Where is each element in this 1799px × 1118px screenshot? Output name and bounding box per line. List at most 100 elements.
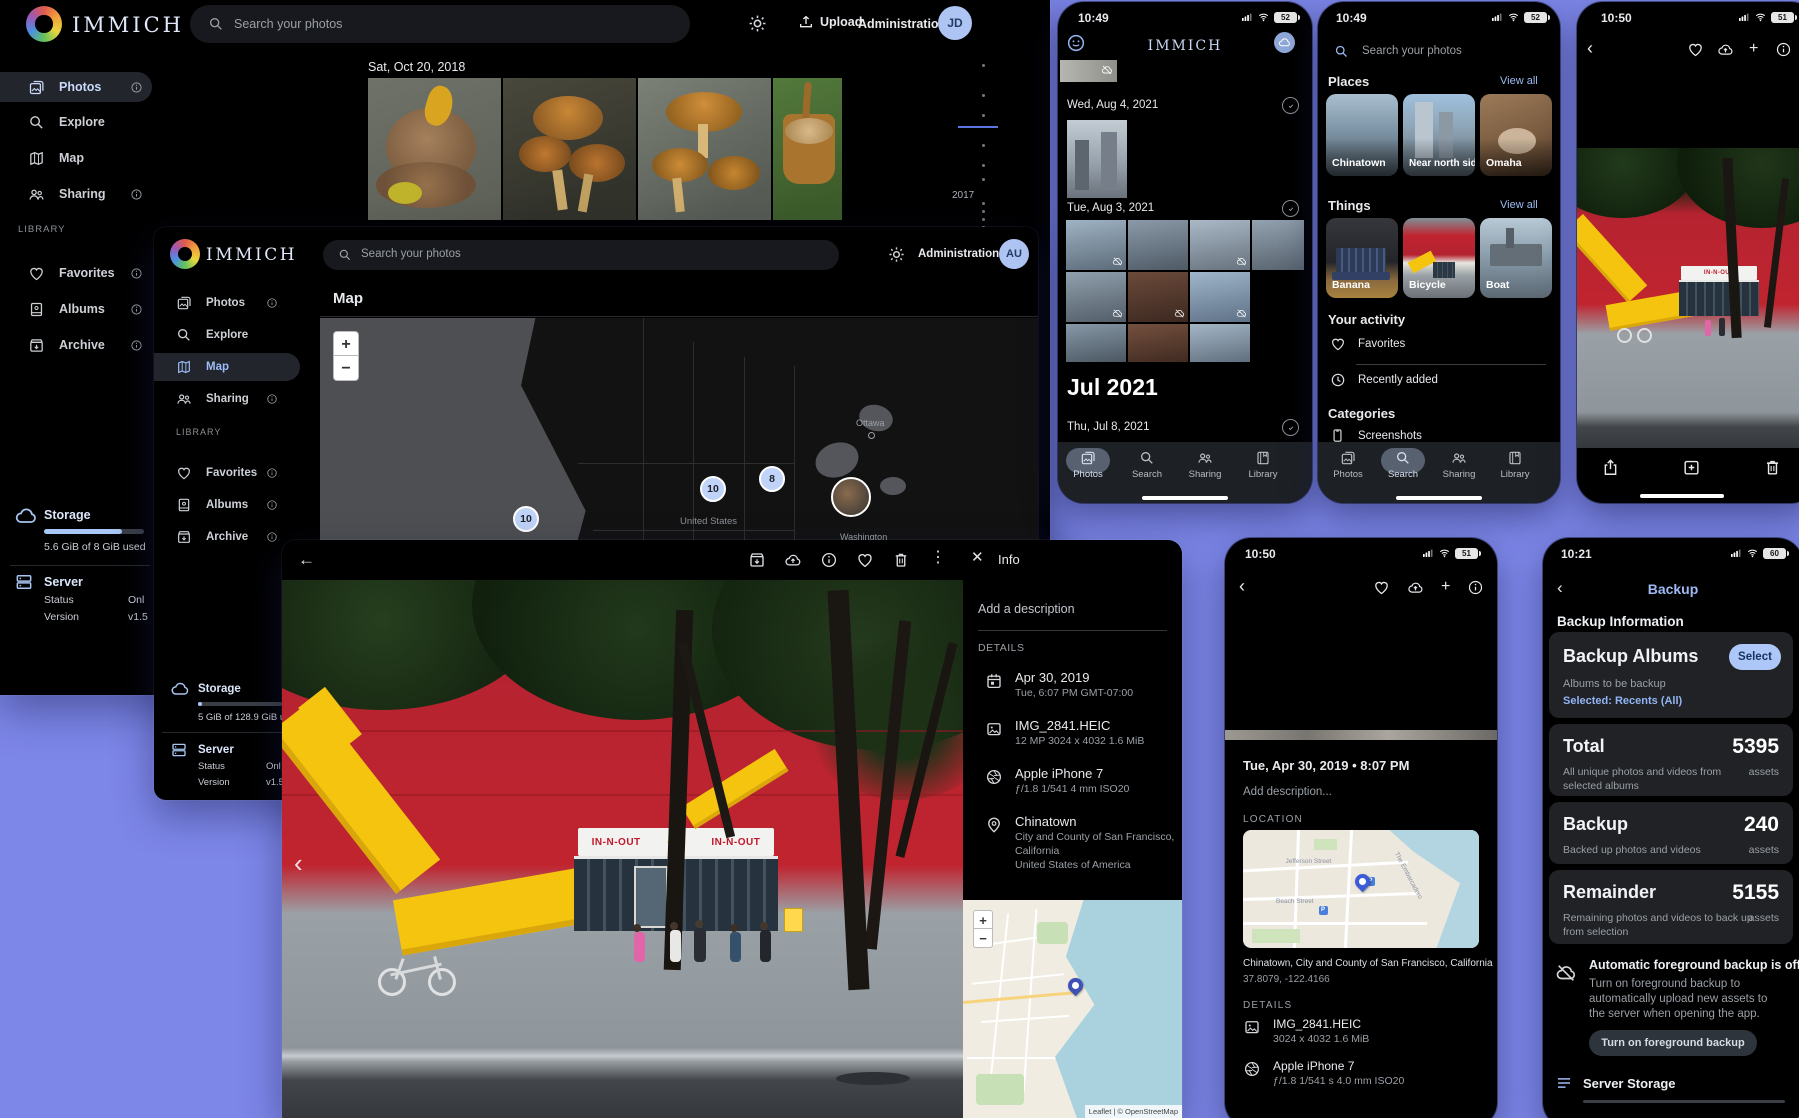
- share-icon[interactable]: [1601, 458, 1620, 477]
- info-icon[interactable]: [266, 393, 278, 405]
- timeline-scrubber[interactable]: 2017: [940, 50, 1010, 250]
- nav-tab-sharing[interactable]: Sharing: [1431, 450, 1487, 480]
- sidebar-item-photos[interactable]: Photos: [0, 72, 152, 102]
- administration-link[interactable]: Administration: [918, 248, 999, 262]
- upload-button[interactable]: Upload: [798, 14, 862, 30]
- sidebar-item-photos[interactable]: Photos: [154, 289, 300, 317]
- photo-thumbnail[interactable]: [368, 78, 501, 220]
- info-icon[interactable]: [130, 303, 143, 316]
- places-view-all-link[interactable]: View all: [1500, 75, 1538, 88]
- back-icon[interactable]: ‹: [1587, 38, 1593, 60]
- zoom-in-button[interactable]: +: [333, 331, 359, 356]
- immich-logo-icon[interactable]: [170, 239, 200, 269]
- zoom-in-button[interactable]: +: [973, 910, 993, 929]
- nav-tab-photos[interactable]: Photos: [1060, 450, 1116, 480]
- cloud-upload-icon[interactable]: [1717, 41, 1734, 58]
- select-group-icon[interactable]: [1282, 97, 1299, 114]
- photo-thumbnail[interactable]: [1190, 220, 1250, 270]
- photo-thumbnail[interactable]: [1060, 60, 1117, 82]
- things-view-all-link[interactable]: View all: [1500, 199, 1538, 212]
- photo-thumbnail[interactable]: [1128, 220, 1188, 270]
- zoom-out-button[interactable]: −: [333, 356, 359, 381]
- sidebar-item-favorites[interactable]: Favorites: [0, 258, 152, 288]
- thing-card[interactable]: Bicycle: [1403, 218, 1475, 298]
- info-icon[interactable]: [266, 499, 278, 511]
- more-icon[interactable]: ⋮: [930, 548, 946, 567]
- place-card[interactable]: Omaha: [1480, 94, 1552, 176]
- photo-edge-strip[interactable]: [1225, 730, 1497, 740]
- info-icon[interactable]: [130, 81, 143, 94]
- add-icon[interactable]: +: [1749, 39, 1758, 58]
- thing-card[interactable]: Banana: [1326, 218, 1398, 298]
- photo-thumbnail[interactable]: [1252, 220, 1304, 270]
- archive-icon[interactable]: [748, 551, 766, 569]
- sidebar-item-albums[interactable]: Albums: [0, 294, 152, 324]
- location-map[interactable]: + − Leaflet | © OpenStreetMap: [963, 900, 1182, 1118]
- back-icon[interactable]: ‹: [1239, 576, 1245, 598]
- photo-thumbnail[interactable]: [1128, 272, 1188, 322]
- sidebar-item-sharing[interactable]: Sharing: [154, 385, 300, 413]
- add-icon[interactable]: +: [1441, 577, 1450, 596]
- activity-item-recently-added[interactable]: Recently added: [1318, 370, 1560, 394]
- sidebar-item-map[interactable]: Map: [154, 353, 300, 381]
- info-icon[interactable]: [130, 267, 143, 280]
- info-icon[interactable]: [266, 531, 278, 543]
- photo-thumbnail[interactable]: [1066, 272, 1126, 322]
- previous-photo-icon[interactable]: ‹: [294, 848, 303, 879]
- photo-thumbnail[interactable]: [1128, 324, 1188, 362]
- sidebar-item-explore[interactable]: Explore: [154, 321, 300, 349]
- map-cluster-marker[interactable]: 10: [700, 476, 726, 502]
- select-button[interactable]: Select: [1729, 644, 1781, 670]
- immich-logo-icon[interactable]: [26, 6, 62, 42]
- cloud-upload-icon[interactable]: [1407, 579, 1424, 596]
- nav-tab-search[interactable]: Search: [1119, 450, 1175, 480]
- description-input[interactable]: Add description...: [1243, 786, 1332, 800]
- description-input[interactable]: Add a description: [978, 602, 1075, 617]
- favorite-icon[interactable]: [856, 551, 874, 569]
- info-icon[interactable]: [1775, 41, 1792, 58]
- delete-icon[interactable]: [1763, 458, 1782, 477]
- sidebar-item-archive[interactable]: Archive: [154, 523, 300, 551]
- search-input[interactable]: Search your photos: [323, 240, 839, 270]
- map-cluster-marker[interactable]: 10: [513, 506, 539, 532]
- nav-tab-sharing[interactable]: Sharing: [1177, 450, 1233, 480]
- close-icon[interactable]: ✕: [971, 549, 984, 567]
- sidebar-item-map[interactable]: Map: [0, 143, 152, 173]
- map-photo-marker[interactable]: [831, 477, 871, 517]
- info-icon[interactable]: [1467, 579, 1484, 596]
- profile-avatar[interactable]: [1274, 32, 1295, 53]
- info-icon[interactable]: [130, 339, 143, 352]
- info-icon[interactable]: [266, 467, 278, 479]
- thing-card[interactable]: Boat: [1480, 218, 1552, 298]
- photo-in-n-out[interactable]: IN-N-OUT IN-N-OUT: [282, 580, 963, 1118]
- place-card[interactable]: Chinatown: [1326, 94, 1398, 176]
- photo-thumbnail[interactable]: [1190, 272, 1250, 322]
- cloud-icon[interactable]: [784, 551, 802, 569]
- photo-thumbnail[interactable]: [773, 78, 842, 220]
- sidebar-item-archive[interactable]: Archive: [0, 330, 152, 360]
- info-icon[interactable]: [130, 188, 143, 201]
- map-cluster-marker[interactable]: 8: [759, 466, 785, 492]
- administration-link[interactable]: Administration: [858, 17, 946, 32]
- photo-thumbnail[interactable]: [1066, 220, 1126, 270]
- add-to-album-icon[interactable]: [1682, 458, 1701, 477]
- map-zoom-controls[interactable]: + −: [973, 910, 993, 948]
- photo-thumbnail[interactable]: [1067, 120, 1127, 198]
- nav-tab-library[interactable]: Library: [1235, 450, 1291, 480]
- info-icon[interactable]: [820, 551, 838, 569]
- sidebar-item-favorites[interactable]: Favorites: [154, 459, 300, 487]
- sidebar-item-explore[interactable]: Explore: [0, 107, 152, 137]
- photo-thumbnail[interactable]: [503, 78, 636, 220]
- favorite-icon[interactable]: [1687, 41, 1704, 58]
- sidebar-item-sharing[interactable]: Sharing: [0, 179, 152, 209]
- location-map[interactable]: P P The Embarcadero Jefferson Street Bea…: [1243, 830, 1479, 948]
- place-card[interactable]: Near north side: [1403, 94, 1475, 176]
- select-group-icon[interactable]: [1282, 419, 1299, 436]
- photo-thumbnail[interactable]: [1190, 324, 1250, 362]
- delete-icon[interactable]: [892, 551, 910, 569]
- zoom-out-button[interactable]: −: [973, 929, 993, 948]
- favorite-icon[interactable]: [1373, 579, 1390, 596]
- photo-thumbnail[interactable]: [638, 78, 771, 220]
- sidebar-item-albums[interactable]: Albums: [154, 491, 300, 519]
- turn-on-foreground-backup-button[interactable]: Turn on foreground backup: [1589, 1030, 1757, 1056]
